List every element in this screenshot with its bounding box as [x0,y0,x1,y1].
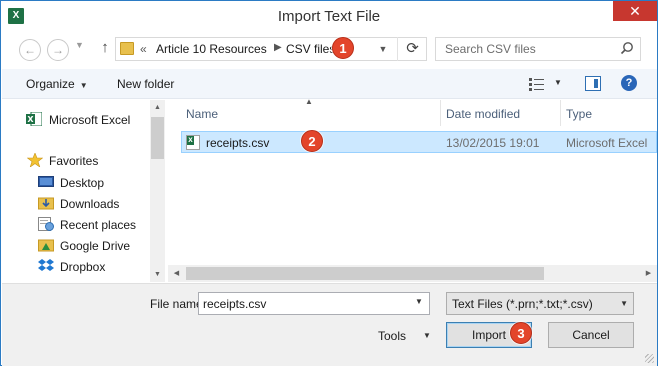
forward-arrow-icon: → [52,43,64,57]
column-divider[interactable] [440,100,441,126]
nav-item-dropbox[interactable]: Dropbox [2,257,152,277]
back-arrow-icon: ← [24,43,36,57]
new-folder-button[interactable]: New folder [117,77,174,91]
up-folder-button[interactable]: ↑ [97,37,113,59]
recent-places-icon [38,217,54,231]
column-divider[interactable] [560,100,561,126]
file-date-modified: 13/02/2015 19:01 [446,136,540,150]
file-type-select[interactable]: Text Files (*.prn;*.txt;*.csv) ▼ [446,292,634,315]
step-marker-3: 3 [510,322,532,344]
cancel-button[interactable]: Cancel [548,322,634,348]
nav-item-label: Recent places [60,218,137,232]
nav-item-label: Microsoft Excel [49,113,131,127]
nav-pane-scroll-thumb[interactable] [151,117,164,159]
organize-label: Organize [26,77,75,91]
view-options-chevron-icon[interactable]: ▼ [554,78,562,87]
folder-icon [120,42,134,55]
star-icon [27,153,43,167]
file-name-input[interactable] [198,292,430,315]
excel-icon: X [26,112,42,126]
file-list: ▲ Name Date modified Type receipts.csv 1… [168,97,657,282]
scroll-down-icon[interactable]: ▼ [150,267,165,282]
google-drive-icon [38,239,54,252]
up-arrow-icon: ↑ [101,39,109,56]
refresh-button[interactable]: ⟳ [397,37,427,61]
refresh-icon: ⟳ [406,40,419,57]
breadcrumb-separator-icon[interactable]: ▶ [274,42,282,53]
column-header-type[interactable]: Type [566,107,592,121]
dialog-footer: File name: ▼ Text Files (*.prn;*.txt;*.c… [2,283,657,366]
nav-item-label: Dropbox [60,260,106,274]
nav-item-google-drive[interactable]: Google Drive [2,236,152,256]
dropbox-icon [38,259,54,271]
scroll-up-icon[interactable]: ▲ [150,100,165,115]
sort-ascending-icon: ▲ [305,97,313,106]
tools-chevron-down-icon[interactable]: ▼ [423,331,431,340]
nav-item-label: Desktop [60,176,105,190]
column-header-date-modified[interactable]: Date modified [446,107,520,121]
command-toolbar: Organize ▼ New folder ▼ ? [2,69,657,99]
downloads-icon [38,197,54,210]
nav-item-recent-places[interactable]: Recent places [2,215,152,235]
preview-pane-icon[interactable] [585,76,601,91]
svg-text:X: X [27,115,34,124]
tools-menu[interactable]: Tools [378,329,406,343]
window-title: Import Text File [277,8,381,25]
horizontal-scroll-thumb[interactable] [186,267,544,280]
nav-item-label: Downloads [60,197,120,211]
title-bar: X Import Text File ✕ [1,1,657,31]
organize-menu[interactable]: Organize ▼ [26,77,88,91]
csv-file-icon [186,135,200,150]
column-header-name[interactable]: Name [186,107,218,121]
file-name: receipts.csv [206,136,270,150]
file-type-selected: Text Files (*.prn;*.txt;*.csv) [452,297,593,311]
help-icon[interactable]: ? [621,75,637,91]
step-marker-1: 1 [332,37,354,59]
file-name-history-dropdown[interactable]: ▼ [415,297,423,306]
scroll-left-icon[interactable]: ◀ [169,266,184,281]
change-view-icon[interactable] [529,77,545,91]
forward-button[interactable]: → [47,39,69,61]
nav-item-downloads[interactable]: Downloads [2,194,152,214]
breadcrumb-overflow[interactable]: « [140,42,147,56]
back-button[interactable]: ← [19,39,41,61]
close-button[interactable]: ✕ [613,1,657,21]
file-type: Microsoft Excel [566,136,648,150]
import-text-file-dialog: X Import Text File ✕ ← → ▼ ↑ « Article 1… [0,0,658,366]
breadcrumb-csv-files[interactable]: CSV files [286,42,335,56]
chevron-down-icon: ▼ [620,299,628,308]
file-row-receipts-csv[interactable]: receipts.csv 13/02/2015 19:01 Microsoft … [181,131,657,153]
search-icon[interactable] [620,41,634,55]
address-history-dropdown[interactable]: ▼ [373,37,393,61]
nav-item-label: Google Drive [60,239,131,253]
nav-item-favorites[interactable]: Favorites [2,151,152,171]
nav-item-microsoft-excel[interactable]: X Microsoft Excel [2,110,152,130]
navigation-pane: X Microsoft Excel Favorites Desktop Down… [2,100,165,282]
scroll-right-icon[interactable]: ▶ [641,266,656,281]
nav-item-label: Favorites [49,154,99,168]
recent-locations-dropdown[interactable]: ▼ [75,40,84,50]
search-input[interactable] [436,38,606,60]
breadcrumb-article-10-resources[interactable]: Article 10 Resources [156,42,267,56]
chevron-down-icon: ▼ [79,81,88,90]
file-list-horizontal-scrollbar[interactable]: ◀ ▶ [168,265,657,282]
nav-item-desktop[interactable]: Desktop [2,173,152,193]
step-marker-2: 2 [301,130,323,152]
desktop-icon [38,176,54,187]
resize-grip-icon[interactable] [645,354,654,363]
search-box [435,37,641,61]
nav-pane-scrollbar[interactable]: ▲ ▼ [150,100,165,282]
